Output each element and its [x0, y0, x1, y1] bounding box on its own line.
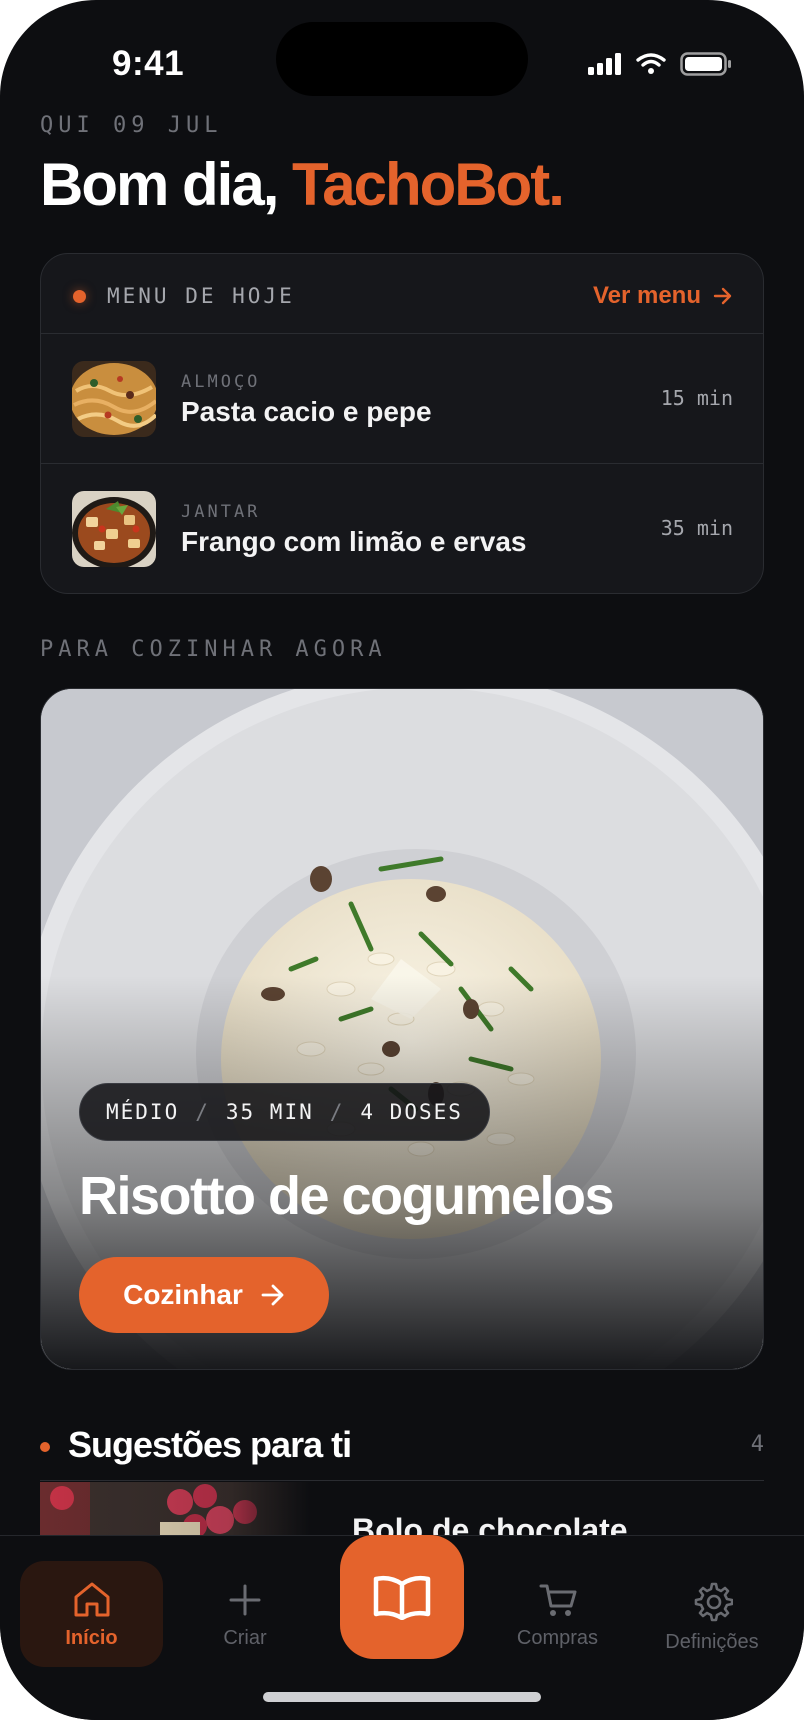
arrow-right-icon — [713, 287, 732, 305]
suggestions-count: 4 — [750, 1432, 764, 1457]
arrow-right-icon — [261, 1284, 284, 1306]
cook-now-section-label: PARA COZINHAR AGORA — [40, 637, 387, 662]
raspberry-cake-thumbnail[interactable] — [40, 1482, 310, 1538]
live-dot — [73, 290, 86, 303]
gear-icon — [694, 1582, 733, 1622]
servings-label: 4 DOSES — [360, 1100, 463, 1124]
tab-home[interactable]: Início — [20, 1561, 163, 1667]
meal-name: Frango com limão e ervas — [181, 526, 527, 557]
meal-row-lunch[interactable]: ALMOÇO Pasta cacio e pepe 15 min — [41, 334, 763, 464]
meta-separator: / — [329, 1100, 345, 1124]
status-icons — [588, 52, 732, 76]
meal-name: Pasta cacio e pepe — [181, 396, 432, 427]
suggestions-title: Sugestões para ti — [68, 1424, 352, 1465]
tab-settings-label: Definições — [665, 1631, 759, 1653]
menu-header: MENU DE HOJE Ver menu — [41, 254, 763, 334]
difficulty-label: MÉDIO — [106, 1100, 180, 1124]
meta-separator: / — [195, 1100, 210, 1124]
featured-recipe-card[interactable]: MÉDIO / 35 MIN / 4 DOSES Risotto de cogu… — [40, 688, 764, 1370]
home-indicator — [263, 1692, 541, 1702]
open-book-icon — [373, 1575, 431, 1620]
tab-home-label: Início — [65, 1627, 118, 1649]
battery-icon — [680, 52, 731, 76]
recipe-title: Risotto de cogumelos — [79, 1166, 615, 1226]
duration-label: 35 MIN — [225, 1100, 314, 1124]
cook-button-label: Cozinhar — [123, 1279, 243, 1310]
tab-settings[interactable]: Definições — [650, 1561, 774, 1667]
recipes-book-button[interactable] — [340, 1535, 464, 1659]
tab-shopping[interactable]: Compras — [500, 1561, 615, 1667]
meal-type-label: JANTAR — [181, 502, 261, 522]
recipe-meta-pill: MÉDIO / 35 MIN / 4 DOSES — [79, 1083, 490, 1141]
meal-type-label: ALMOÇO — [181, 372, 261, 392]
todays-menu-card: MENU DE HOJE Ver menu ALMOÇO Pasta cacio… — [40, 253, 764, 594]
app-screen: 9:41 QUI 09 JUL Bom dia, TachoBot. MENU … — [0, 0, 804, 1720]
tab-create-label: Criar — [223, 1627, 267, 1649]
meal-row-dinner[interactable]: JANTAR Frango com limão e ervas 35 min — [41, 464, 763, 593]
menu-title: MENU DE HOJE — [107, 284, 295, 308]
view-menu-link[interactable]: Ver menu — [593, 282, 733, 310]
date-label: QUI 09 JUL — [40, 113, 223, 138]
wifi-icon — [636, 53, 666, 74]
status-time: 9:41 — [112, 44, 185, 83]
greeting-prefix: Bom dia, — [40, 151, 293, 218]
tab-create[interactable]: Criar — [190, 1561, 300, 1667]
section-dot — [40, 1442, 50, 1452]
greeting-title: Bom dia, TachoBot. — [40, 150, 565, 219]
pasta-thumbnail — [72, 361, 156, 437]
plus-icon — [229, 1584, 261, 1616]
greeting-name: TachoBot. — [292, 151, 565, 218]
cart-icon — [539, 1584, 576, 1616]
tab-shopping-label: Compras — [516, 1627, 599, 1649]
cellular-signal-icon — [588, 53, 621, 75]
divider — [40, 1480, 764, 1481]
home-icon — [74, 1582, 109, 1617]
dynamic-island — [276, 22, 528, 96]
view-menu-label: Ver menu — [592, 282, 701, 309]
cook-button[interactable]: Cozinhar — [79, 1257, 329, 1333]
chicken-thumbnail — [72, 491, 156, 567]
meal-time: 35 min — [660, 516, 733, 540]
meal-time: 15 min — [660, 386, 733, 410]
